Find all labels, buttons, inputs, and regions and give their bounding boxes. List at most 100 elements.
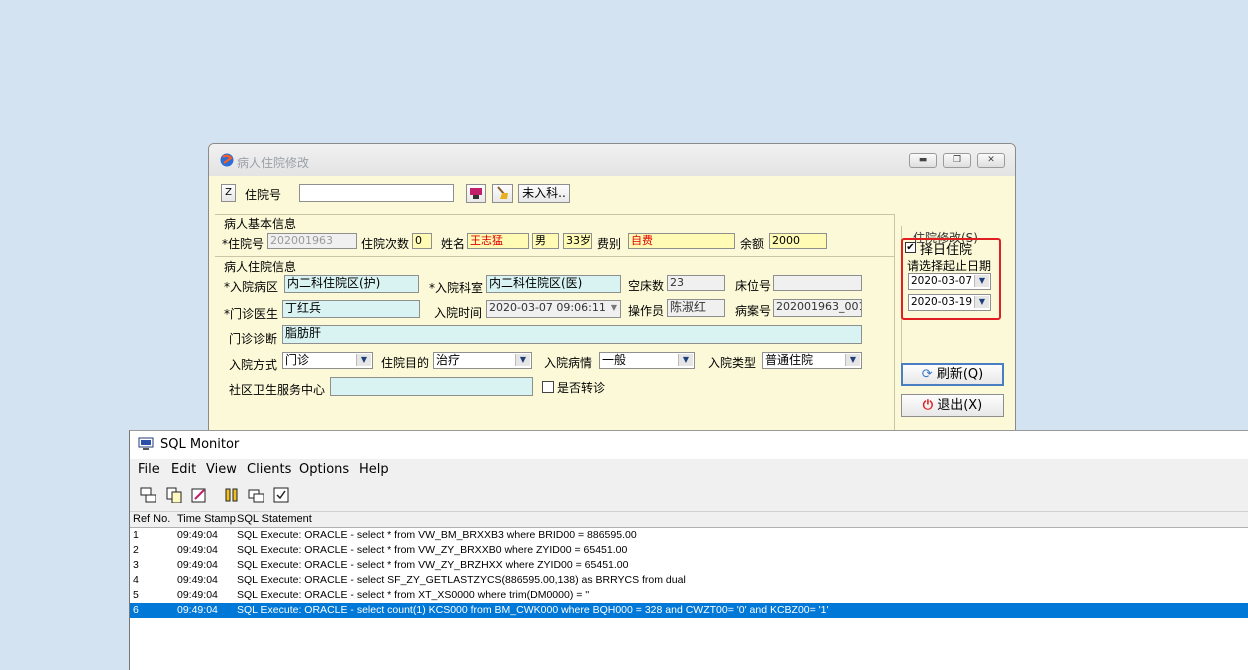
card-reader-icon [470,188,482,199]
chevron-down-icon: ▼ [974,296,989,308]
dept-field[interactable]: 内二科住院区(医) [486,275,621,293]
operator-label: 操作员 [628,304,665,318]
clear-button[interactable] [492,184,513,203]
admission-no-search-label: 住院号 [245,188,282,202]
table-row[interactable]: 1 09:49:04 SQL Execute: ORACLE - select … [130,528,1248,543]
mode-select[interactable]: 门诊 ▼ [282,352,373,369]
menu-file[interactable]: File [138,462,160,477]
chevron-down-icon: ▼ [610,303,617,312]
column-ref-no[interactable]: Ref No. [133,513,170,525]
copy-icon[interactable] [166,487,182,503]
exit-button[interactable]: ⏻ 退出(X) [901,394,1004,417]
table-row[interactable]: 4 09:49:04 SQL Execute: ORACLE - select … [130,573,1248,588]
doctor-field[interactable]: 丁红兵 [282,300,420,318]
mode-value: 门诊 [285,353,310,367]
sql-monitor-title: SQL Monitor [160,437,240,452]
date-prompt-label: 请选择起止日期 [907,259,992,273]
toolbar [130,481,1248,512]
balance-field[interactable]: 2000 [769,233,827,249]
pause-icon[interactable] [224,487,240,503]
community-field[interactable] [330,377,533,396]
bed-no-field[interactable] [773,275,862,291]
start-date-value: 2020-03-07 [911,275,973,287]
power-icon: ⏻ [922,398,934,413]
transfer-checkbox[interactable] [542,381,554,393]
connect-icon[interactable] [140,487,156,503]
admission-no-search-input[interactable] [299,184,454,202]
purpose-value: 治疗 [436,353,461,367]
row-ref: 3 [133,559,139,571]
community-label: 社区卫生服务中心 [229,383,326,397]
chevron-down-icon: ▼ [845,354,860,366]
patient-admission-edit-window: 病人住院修改 ▬ ❐ ✕ Z 住院号 未入科.. 病人基本信息 *住院号 202… [208,143,1016,433]
column-sql-statement[interactable]: SQL Statement [237,513,312,525]
dept-label: *入院科室 [429,281,484,295]
menu-clients[interactable]: Clients [247,462,291,477]
admission-no-label: *住院号 [222,237,265,251]
admission-no-field: 202001963 [267,233,357,249]
transfer-label: 是否转诊 [557,381,606,395]
minimize-icon: ▬ [918,155,928,165]
table-row-selected[interactable]: 6 09:49:04 SQL Execute: ORACLE - select … [130,603,1248,618]
menu-view[interactable]: View [206,462,237,477]
select-date-checkbox[interactable]: ✔ [905,242,916,253]
options-icon[interactable] [273,487,289,503]
table-row[interactable]: 2 09:49:04 SQL Execute: ORACLE - select … [130,543,1248,558]
sql-monitor-title-bar[interactable]: SQL Monitor [130,431,1248,458]
admission-times-field[interactable]: 0 [412,233,432,249]
table-row[interactable]: 3 09:49:04 SQL Execute: ORACLE - select … [130,558,1248,573]
row-ref: 1 [133,529,139,541]
table-row[interactable]: 5 09:49:04 SQL Execute: ORACLE - select … [130,588,1248,603]
empty-beds-label: 空床数 [628,279,665,293]
admit-time-label: 入院时间 [434,306,483,320]
end-date-value: 2020-03-19 [911,296,973,308]
menu-edit[interactable]: Edit [171,462,196,477]
edit-log-icon[interactable] [191,487,207,503]
card-reader-button[interactable] [466,184,486,203]
row-statement: SQL Execute: ORACLE - select * from VW_Z… [237,544,628,556]
exit-label: 退出(X) [937,398,983,413]
type-select[interactable]: 普通住院 ▼ [762,352,862,369]
windows-icon[interactable] [248,487,264,503]
minimize-button[interactable]: ▬ [909,153,937,168]
condition-select[interactable]: 一般 ▼ [599,352,695,369]
ward-label: *入院病区 [224,280,279,294]
row-ref: 4 [133,574,139,586]
chevron-down-icon: ▼ [974,275,989,287]
start-date-picker[interactable]: 2020-03-07 ▼ [908,273,991,290]
menu-options[interactable]: Options [299,462,349,477]
sql-monitor-window: SQL Monitor File Edit View Clients Optio… [129,430,1248,670]
purpose-select[interactable]: 治疗 ▼ [433,352,532,369]
restore-button[interactable]: ❐ [943,153,971,168]
close-button[interactable]: ✕ [977,153,1005,168]
name-field[interactable]: 王志猛 [467,233,529,249]
age-field[interactable]: 33岁 [563,233,592,249]
basic-info-group-label: 病人基本信息 [224,217,297,231]
window-title: 病人住院修改 [237,156,310,170]
doctor-label: *门诊医生 [224,307,279,321]
admit-time-field[interactable]: 2020-03-07 09:06:11 ▼ [486,300,621,318]
row-time: 09:49:04 [177,529,218,541]
menu-bar: File Edit View Clients Options Help [130,459,1248,481]
select-date-label: 择日住院 [920,243,973,258]
close-icon: ✕ [987,155,995,165]
refresh-button[interactable]: ⟳ 刷新(Q) [901,363,1004,386]
row-statement: SQL Execute: ORACLE - select * from XT_X… [237,589,590,601]
diagnosis-field[interactable]: 脂肪肝 [282,325,862,344]
case-no-label: 病案号 [735,304,772,318]
gender-field[interactable]: 男 [532,233,559,249]
menu-help[interactable]: Help [359,462,389,477]
row-ref: 5 [133,589,139,601]
broom-icon [497,186,508,199]
fee-type-label: 费别 [597,237,622,251]
row-time: 09:49:04 [177,544,218,556]
row-time: 09:49:04 [177,574,218,586]
ward-field[interactable]: 内二科住院区(护) [284,275,419,293]
fee-type-field[interactable]: 自费 [628,233,735,249]
column-time-stamp[interactable]: Time Stamp [177,513,236,525]
title-bar[interactable]: 病人住院修改 ▬ ❐ ✕ [209,144,1015,176]
not-admitted-button[interactable]: 未入科.. [518,184,570,203]
end-date-picker[interactable]: 2020-03-19 ▼ [908,294,991,311]
z-toggle-button[interactable]: Z [221,184,236,202]
condition-label: 入院病情 [544,356,593,370]
